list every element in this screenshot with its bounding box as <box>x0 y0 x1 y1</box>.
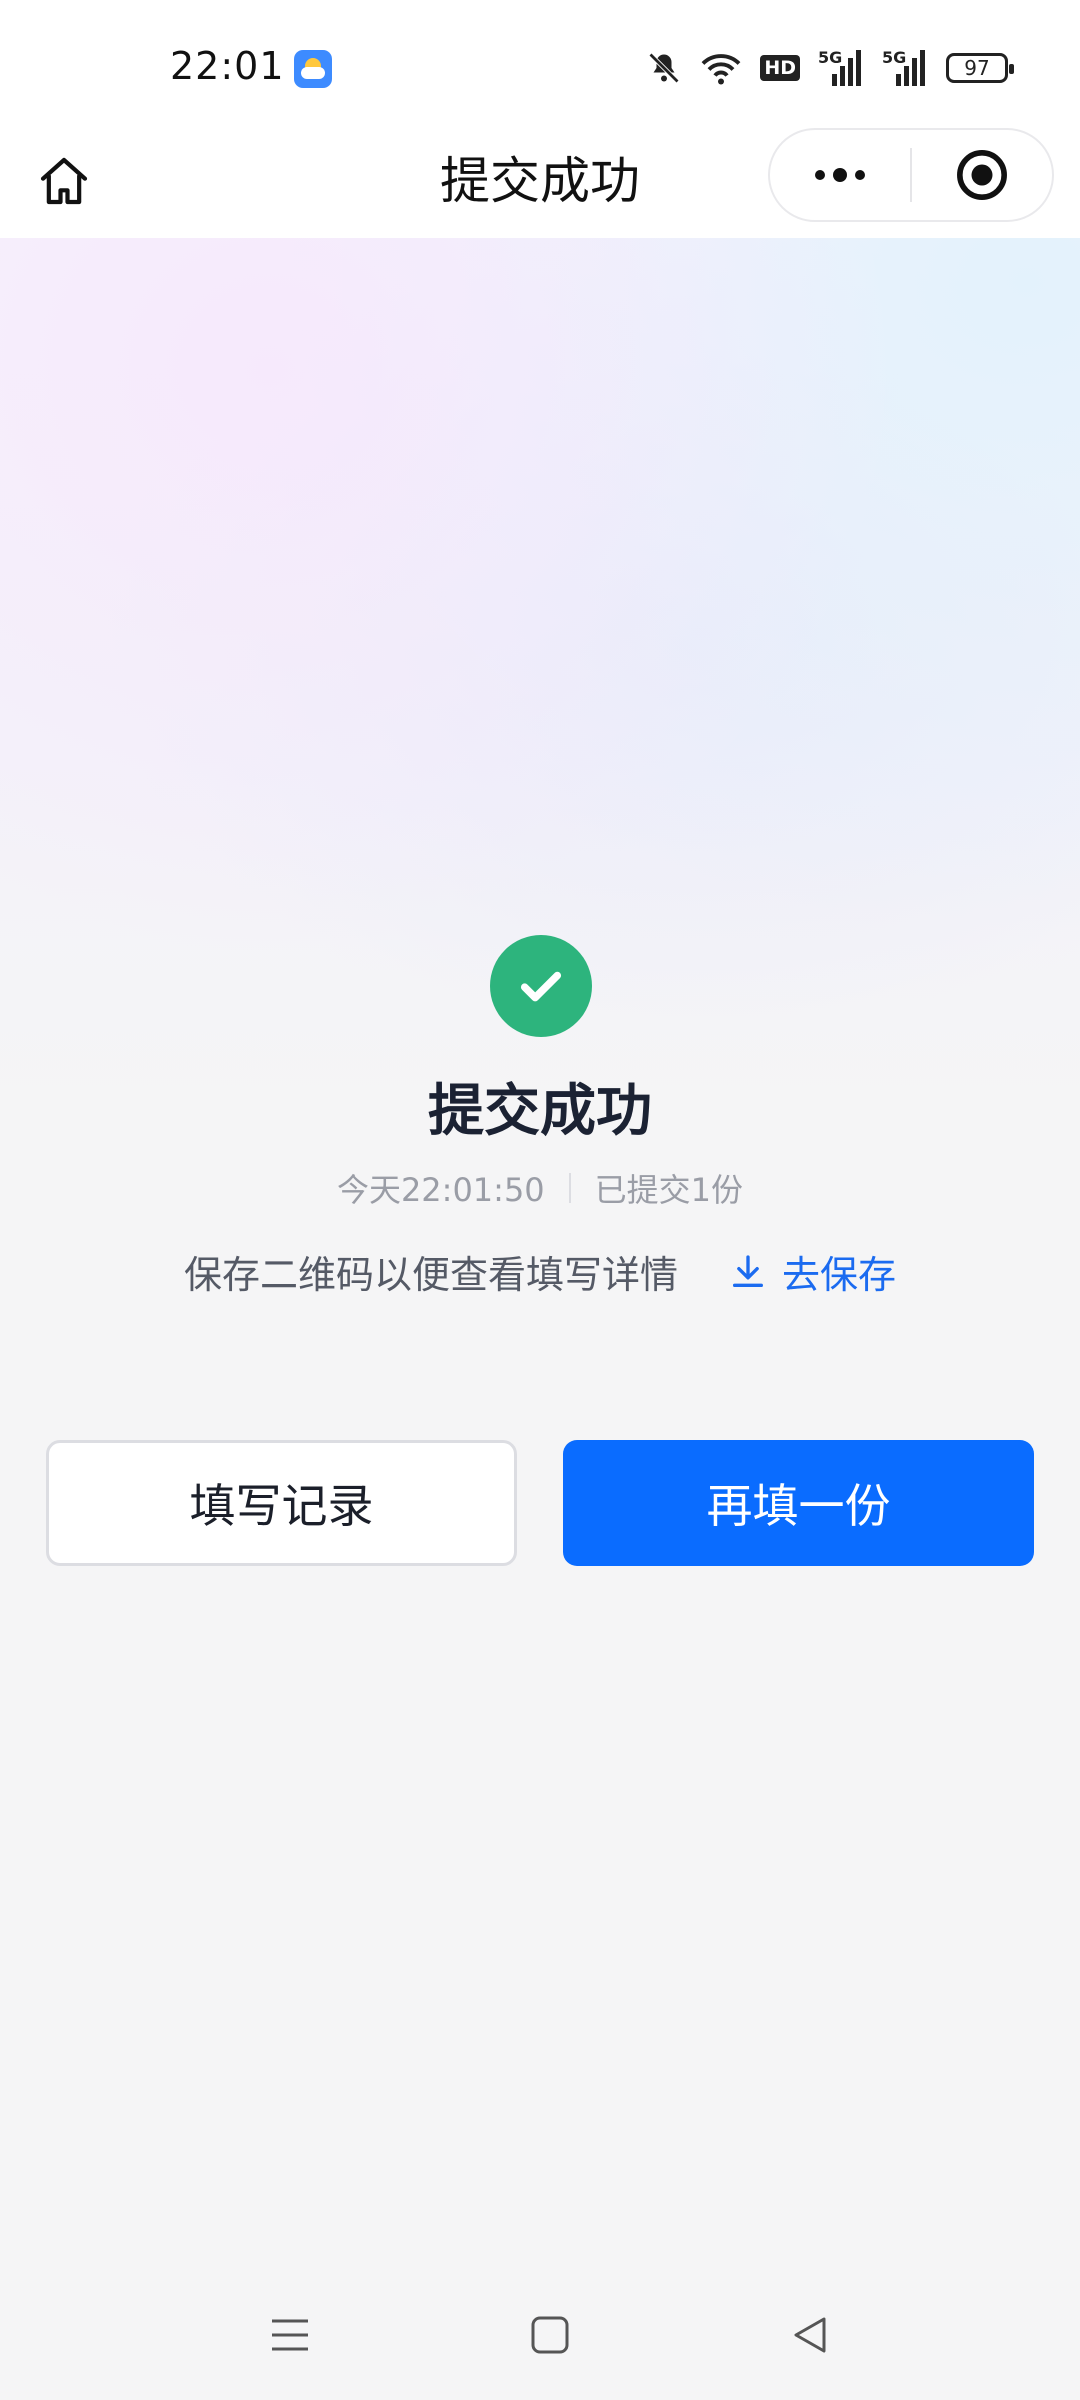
battery-icon: 97 <box>946 53 1014 83</box>
hd-icon: HD <box>760 55 800 81</box>
status-icons: HD 5G 5G 97 <box>646 46 1014 90</box>
home-icon <box>40 157 88 205</box>
save-qrcode-row: 保存二维码以便查看填写详情 去保存 <box>0 1244 1080 1299</box>
wifi-icon <box>700 50 742 86</box>
signal-5g-icon: 5G <box>818 48 864 88</box>
fill-again-button[interactable]: 再填一份 <box>563 1440 1034 1566</box>
back-icon <box>794 2317 826 2353</box>
fill-record-label: 填写记录 <box>189 1479 374 1533</box>
hd-label: HD <box>760 55 800 81</box>
submission-time: 今天22:01:50 <box>336 1171 545 1209</box>
more-button[interactable] <box>770 130 910 220</box>
status-time: 22:01 <box>170 44 285 88</box>
back-button[interactable] <box>780 2310 840 2360</box>
network-label: 5G <box>882 48 907 67</box>
home-button[interactable] <box>30 147 98 215</box>
network-label: 5G <box>818 48 843 67</box>
submission-meta: 今天22:01:50 已提交1份 <box>0 1165 1080 1211</box>
navigation-bar: 提交成功 <box>0 128 1080 238</box>
menu-button[interactable] <box>260 2310 320 2360</box>
result-title: 提交成功 <box>428 1079 652 1144</box>
signal-5g-icon: 5G <box>882 48 928 88</box>
miniprogram-capsule <box>768 128 1054 222</box>
check-circle-icon <box>490 935 592 1037</box>
fill-again-label: 再填一份 <box>706 1479 891 1533</box>
battery-level: 97 <box>964 56 990 80</box>
menu-icon <box>272 2319 308 2351</box>
save-link-label: 去保存 <box>782 1253 897 1297</box>
system-home-button[interactable] <box>520 2310 580 2360</box>
fill-record-button[interactable]: 填写记录 <box>46 1440 517 1566</box>
home-square-icon <box>531 2316 569 2354</box>
meta-divider <box>568 1173 571 1203</box>
save-hint: 保存二维码以便查看填写详情 <box>183 1253 678 1297</box>
save-qrcode-link[interactable]: 去保存 <box>728 1244 896 1299</box>
close-button[interactable] <box>912 130 1052 220</box>
weather-app-icon <box>294 50 332 88</box>
system-navigation-bar <box>0 2290 1080 2380</box>
status-bar: 22:01 HD 5G 5G 97 <box>0 0 1080 140</box>
submission-count: 已提交1份 <box>594 1171 744 1209</box>
mute-icon <box>646 50 682 86</box>
download-icon <box>733 1254 763 1287</box>
more-icon <box>815 168 865 182</box>
close-target-icon <box>957 150 1007 200</box>
